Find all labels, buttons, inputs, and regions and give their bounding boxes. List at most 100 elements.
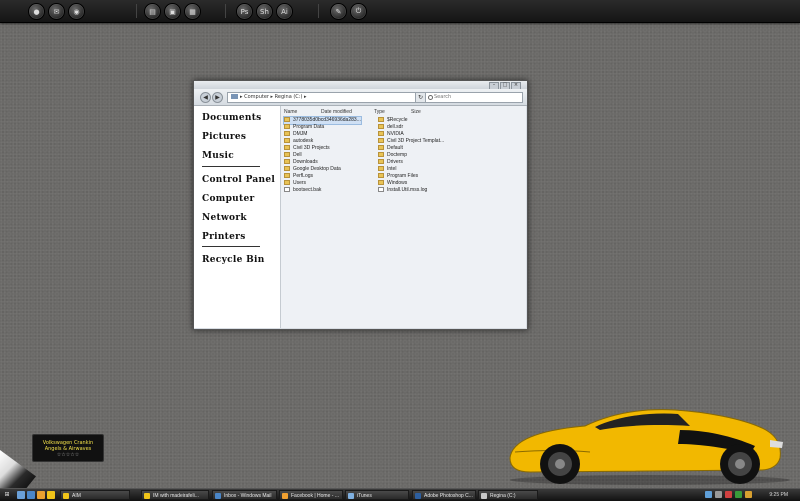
system-clock[interactable]: 9:25 PM	[769, 489, 788, 501]
forward-button[interactable]: ▶	[212, 92, 223, 103]
folder-icon	[284, 166, 290, 172]
aim-quicklaunch-icon[interactable]	[47, 491, 55, 499]
switch-windows-icon[interactable]	[27, 491, 35, 499]
app-icon	[481, 493, 487, 499]
taskbar-button[interactable]: Facebook | Home - ...	[279, 490, 343, 500]
app-icon	[144, 493, 150, 499]
taskbar-button[interactable]: Adobe Photoshop C...	[412, 490, 476, 500]
sidebar-item-pictures[interactable]: Pictures	[202, 132, 246, 142]
folder-icon	[378, 166, 384, 172]
folder-icon	[284, 159, 290, 165]
folder-item[interactable]: Civil 3D Projects	[284, 145, 330, 152]
folder-icon	[378, 117, 384, 123]
file-icon	[284, 187, 290, 193]
file-item[interactable]: bootsect.bak	[284, 187, 321, 194]
start-button[interactable]: ⊞	[1, 490, 13, 500]
taskbar-button-label: Facebook | Home - ...	[291, 493, 339, 499]
folder-item[interactable]: Default	[378, 145, 403, 152]
folder-icon	[378, 124, 384, 130]
battery-tray-icon[interactable]	[735, 491, 742, 498]
folder-item[interactable]: Users	[284, 180, 306, 187]
taskbar-button[interactable]: IM with madeirafeli...	[141, 490, 209, 500]
folder-item[interactable]: Dell	[284, 152, 302, 159]
network-icon[interactable]: ▦	[184, 3, 201, 20]
sidebar-item-recycle-bin[interactable]: Recycle Bin	[202, 255, 265, 265]
now-playing-widget[interactable]: Volkswagen Crankin Angels & Airwaves ☆☆☆…	[32, 434, 104, 462]
folder-item[interactable]: Intel	[378, 166, 396, 173]
folder-item[interactable]: Windows	[378, 180, 407, 187]
sidebar-item-documents[interactable]: Documents	[202, 113, 262, 123]
search-box[interactable]	[425, 92, 523, 103]
item-name: PerfLogs	[293, 173, 314, 179]
address-toolbar: ◀ ▶ ▸ Computer ▸ Regina (C:) ▸ ↻	[194, 89, 527, 106]
column-header-type[interactable]: Type	[374, 109, 385, 115]
back-button[interactable]: ◀	[200, 92, 211, 103]
sidebar-divider	[202, 246, 260, 247]
folder-item[interactable]: 3778035d0bcd346936da283...	[283, 116, 362, 125]
address-bar[interactable]: ▸ Computer ▸ Regina (C:) ▸	[227, 92, 417, 103]
sidebar-item-printers[interactable]: Printers	[202, 232, 246, 242]
illustrator-icon[interactable]: Ai	[276, 3, 293, 20]
column-header-name[interactable]: Name	[284, 109, 297, 115]
folder-item[interactable]: DMJM	[284, 131, 307, 138]
item-name: Civil 3D Projects	[293, 145, 330, 151]
folder-item[interactable]: Google Desktop Data	[284, 166, 341, 173]
item-name: Doctemp	[387, 152, 408, 158]
rating-stars[interactable]: ☆☆☆☆☆	[33, 452, 103, 458]
security-tray-icon[interactable]	[725, 491, 732, 498]
documents-icon[interactable]: ▤	[144, 3, 161, 20]
shockwave-icon[interactable]: Sh	[256, 3, 273, 20]
folder-item[interactable]: dell.sdr	[378, 124, 403, 131]
folder-item[interactable]: Drivers	[378, 159, 403, 166]
app-icon	[63, 493, 69, 499]
network-tray-icon[interactable]	[705, 491, 712, 498]
globe-icon[interactable]: ◉	[68, 3, 85, 20]
item-name: Program Files	[387, 173, 419, 179]
item-name: 3778035d0bcd346936da283...	[293, 117, 361, 123]
item-name: Install.Util.mss.log	[387, 187, 428, 193]
folder-item[interactable]: Doctemp	[378, 152, 407, 159]
folder-item[interactable]: Downloads	[284, 159, 318, 166]
top-dock: ● ✉ ◉ ▤ ▣ ▦ Ps Sh Ai ✎ ⏻	[0, 0, 800, 23]
folder-item[interactable]: Program Files	[378, 173, 418, 180]
title-bar[interactable]: – □ ×	[194, 81, 527, 90]
pictures-icon[interactable]: ▣	[164, 3, 181, 20]
show-desktop-icon[interactable]	[17, 491, 25, 499]
folder-icon	[284, 145, 290, 151]
update-tray-icon[interactable]	[745, 491, 752, 498]
folder-icon	[378, 173, 384, 179]
file-list: Name Date modified Type Size 3778035d0bc…	[281, 106, 526, 328]
item-name: Drivers	[387, 159, 403, 165]
taskbar-button[interactable]: AIM	[60, 490, 130, 500]
search-input[interactable]	[428, 93, 514, 101]
folder-item[interactable]: autodesk	[284, 138, 313, 145]
aim-icon[interactable]: ●	[28, 3, 45, 20]
explorer-window: – □ × ◀ ▶ ▸ Computer ▸ Regina (C:) ▸ ↻ D…	[193, 80, 528, 330]
file-item[interactable]: Install.Util.mss.log	[378, 187, 427, 194]
app-icon	[215, 493, 221, 499]
sidebar-item-network[interactable]: Network	[202, 213, 247, 223]
folder-item[interactable]: Civil 3D Project Templat...	[378, 138, 444, 145]
firefox-icon[interactable]	[37, 491, 45, 499]
folder-item[interactable]: Program Data	[284, 124, 324, 131]
folder-item[interactable]: $Recycle	[378, 117, 408, 124]
pen-icon[interactable]: ✎	[330, 3, 347, 20]
taskbar-button[interactable]: Inbox - Windows Mail	[212, 490, 277, 500]
taskbar-button[interactable]: iTunes	[345, 490, 409, 500]
volume-tray-icon[interactable]	[715, 491, 722, 498]
folder-item[interactable]: NVIDIA	[378, 131, 404, 138]
taskbar-button[interactable]: Regina (C:)	[478, 490, 538, 500]
folder-item[interactable]: PerfLogs	[284, 173, 313, 180]
column-header-size[interactable]: Size	[411, 109, 421, 115]
taskbar-button-label: AIM	[72, 493, 81, 499]
photoshop-icon[interactable]: Ps	[236, 3, 253, 20]
sidebar-item-computer[interactable]: Computer	[202, 194, 255, 204]
column-header-date[interactable]: Date modified	[321, 109, 352, 115]
item-name: Users	[293, 180, 307, 186]
dock-separator	[136, 4, 137, 18]
power-icon[interactable]: ⏻	[350, 3, 367, 20]
mail-icon[interactable]: ✉	[48, 3, 65, 20]
sidebar-item-control-panel[interactable]: Control Panel	[202, 175, 275, 185]
sidebar-item-music[interactable]: Music	[202, 151, 234, 161]
item-name: bootsect.bak	[293, 187, 322, 193]
